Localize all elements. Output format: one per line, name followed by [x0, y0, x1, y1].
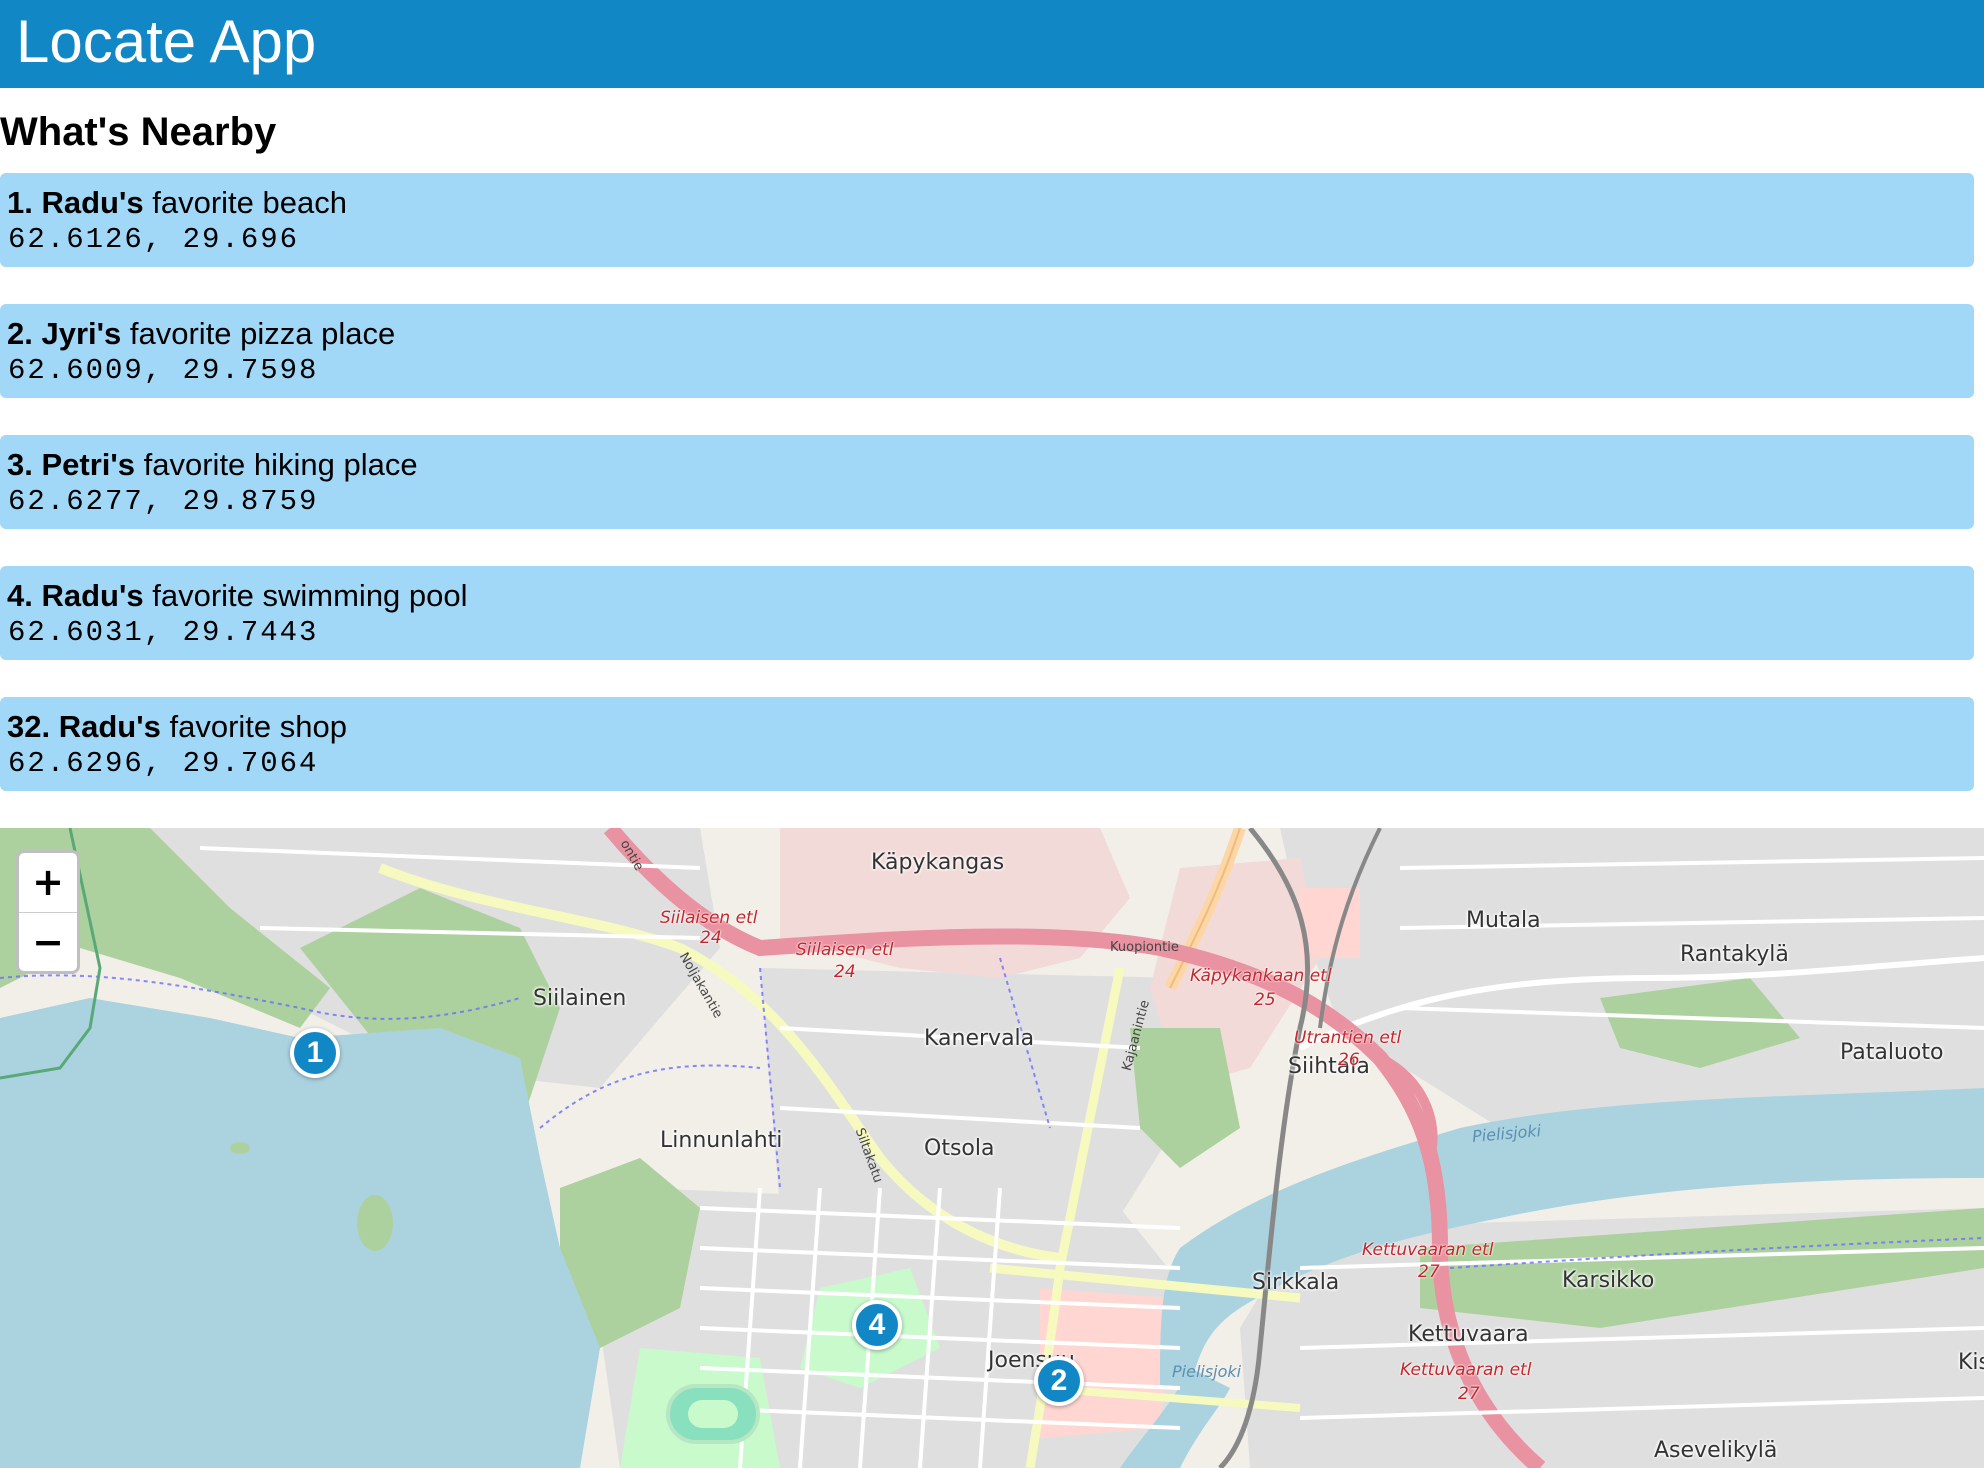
place-number: 2.: [7, 316, 33, 351]
place-description: favorite swimming pool: [152, 578, 468, 613]
road-label-number: 26: [1338, 1050, 1360, 1070]
zoom-out-button[interactable]: −: [19, 913, 77, 971]
road-label-kettuvaaran-etl: Kettuvaaran etl: [1362, 1240, 1494, 1260]
map-label-siilainen: Siilainen: [533, 986, 627, 1011]
place-number: 4.: [7, 578, 33, 613]
road-label-number: 24: [834, 962, 856, 982]
water-label-pielisjoki: Pielisjoki: [1172, 1362, 1242, 1381]
map-label-kettuvaara: Kettuvaara: [1408, 1322, 1529, 1347]
road-label-utrantien-etl: Utrantien etl: [1294, 1028, 1402, 1048]
map-label-linnunlahti: Linnunlahti: [660, 1128, 783, 1153]
zoom-in-button[interactable]: +: [19, 853, 77, 913]
place-item-1[interactable]: 1. Radu's favorite beach 62.6126, 29.696: [0, 173, 1974, 267]
road-label-number: 27: [1458, 1384, 1480, 1404]
place-title: 1. Radu's favorite beach: [7, 183, 1966, 223]
place-owner: Radu's: [41, 185, 144, 220]
map-label-kis: Kis: [1958, 1350, 1984, 1375]
road-label-siilaisen-etl: Siilaisen etl: [660, 908, 758, 928]
place-number: 1.: [7, 185, 33, 220]
road-label-number: 25: [1254, 990, 1276, 1010]
road-label-kuopiontie: Kuopiontie: [1110, 940, 1179, 955]
place-list: 1. Radu's favorite beach 62.6126, 29.696…: [0, 173, 1974, 828]
map-label-otsola: Otsola: [924, 1136, 995, 1161]
road-label-siilaisen-etl: Siilaisen etl: [796, 940, 894, 960]
map-label-karsikko: Karsikko: [1562, 1268, 1655, 1293]
section-heading: What's Nearby: [0, 110, 277, 154]
place-owner: Radu's: [41, 578, 144, 613]
place-number: 32.: [7, 709, 51, 744]
map-label-sirkkala: Sirkkala: [1252, 1270, 1340, 1295]
place-owner: Jyri's: [41, 316, 122, 351]
place-description: favorite pizza place: [129, 316, 396, 351]
place-coords: 62.6126, 29.696: [8, 223, 300, 256]
place-title: 32. Radu's favorite shop: [7, 707, 1966, 747]
app-header: Locate App: [0, 0, 1984, 88]
map[interactable]: + − Käpykangas Mutala Rantakylä Siilaine…: [0, 828, 1984, 1468]
place-title: 4. Radu's favorite swimming pool: [7, 576, 1966, 616]
map-marker-4[interactable]: 4: [852, 1300, 902, 1350]
road-label-number: 27: [1418, 1262, 1440, 1282]
place-title: 3. Petri's favorite hiking place: [7, 445, 1966, 485]
app-title: Locate App: [16, 8, 317, 75]
place-title: 2. Jyri's favorite pizza place: [7, 314, 1966, 354]
place-coords: 62.6031, 29.7443: [8, 616, 319, 649]
zoom-control: + −: [16, 850, 80, 974]
place-item-32[interactable]: 32. Radu's favorite shop 62.6296, 29.706…: [0, 697, 1974, 791]
map-label-asevelikyla: Asevelikylä: [1654, 1438, 1778, 1463]
place-coords: 62.6277, 29.8759: [8, 485, 319, 518]
road-label-kapykankaan-etl: Käpykankaan etl: [1190, 966, 1332, 986]
map-label-mutala: Mutala: [1466, 908, 1541, 933]
place-item-2[interactable]: 2. Jyri's favorite pizza place 62.6009, …: [0, 304, 1974, 398]
map-marker-1[interactable]: 1: [290, 1028, 340, 1078]
place-number: 3.: [7, 447, 33, 482]
place-description: favorite shop: [169, 709, 347, 744]
map-marker-2[interactable]: 2: [1034, 1356, 1084, 1406]
place-item-4[interactable]: 4. Radu's favorite swimming pool 62.6031…: [0, 566, 1974, 660]
map-label-kanervala: Kanervala: [924, 1026, 1035, 1051]
place-description: favorite beach: [152, 185, 347, 220]
place-owner: Petri's: [41, 447, 136, 482]
map-label-rantakyla: Rantakylä: [1680, 942, 1789, 967]
road-label-kettuvaaran-etl: Kettuvaaran etl: [1400, 1360, 1532, 1380]
place-coords: 62.6296, 29.7064: [8, 747, 319, 780]
road-label-number: 24: [700, 928, 722, 948]
map-label-kapykangas: Käpykangas: [871, 850, 1005, 875]
place-description: favorite hiking place: [143, 447, 418, 482]
place-owner: Radu's: [58, 709, 161, 744]
place-coords: 62.6009, 29.7598: [8, 354, 319, 387]
map-label-pataluoto: Pataluoto: [1840, 1040, 1944, 1065]
place-item-3[interactable]: 3. Petri's favorite hiking place 62.6277…: [0, 435, 1974, 529]
